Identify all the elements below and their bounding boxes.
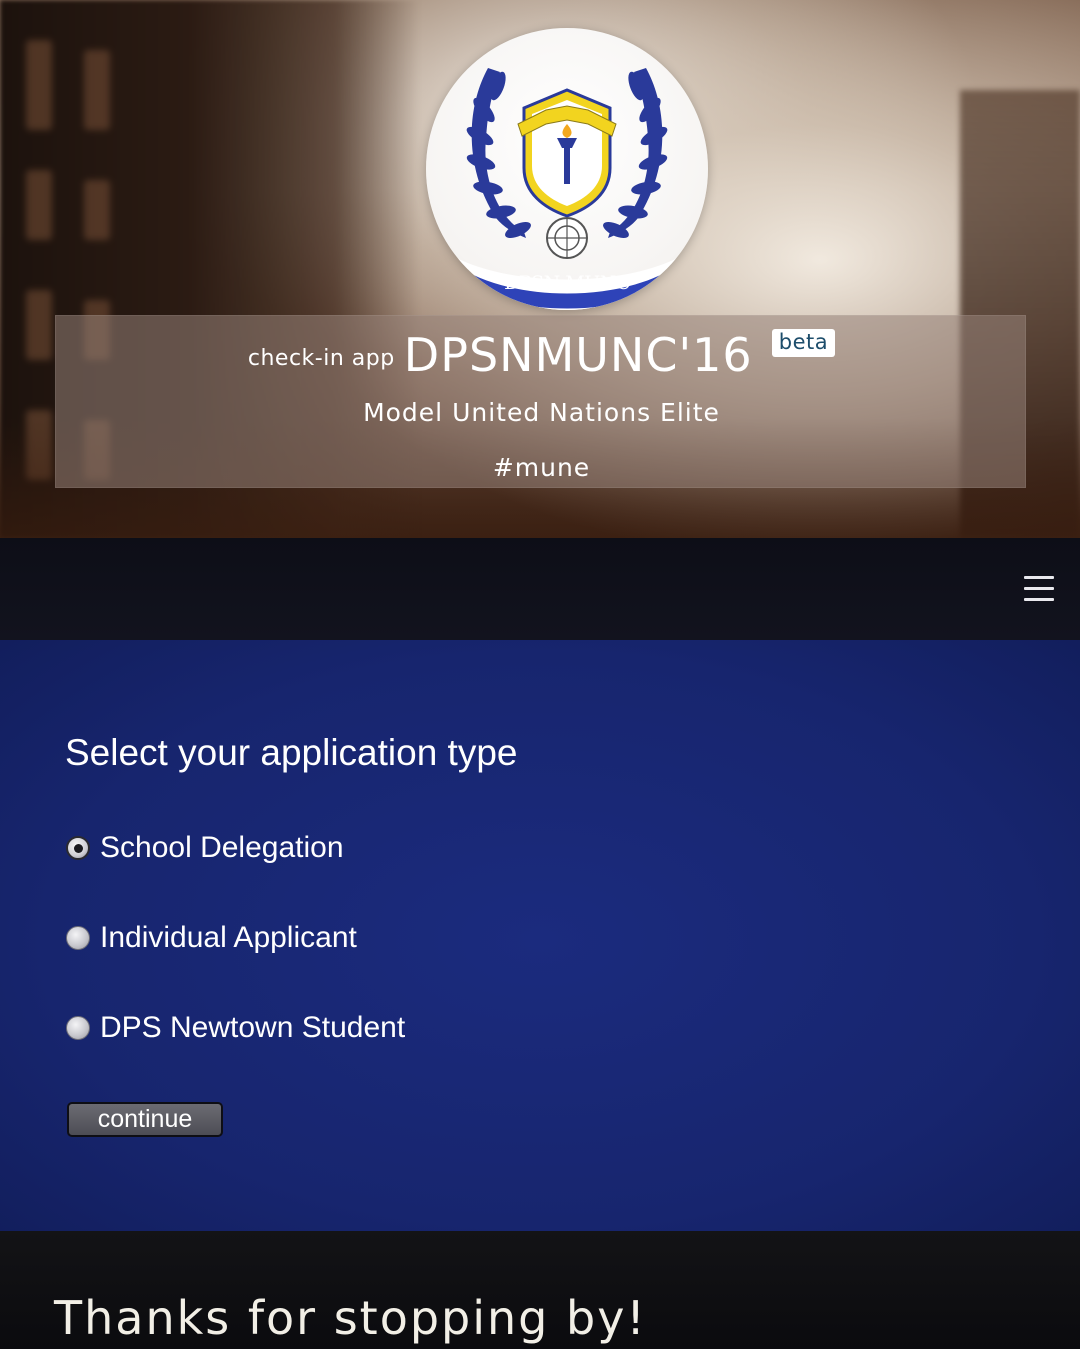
option-label: DPS Newtown Student xyxy=(100,1011,406,1044)
title-panel: check-in app DPSNMUNC'16 beta Model Unit… xyxy=(55,315,1026,488)
footer: Thanks for stopping by! xyxy=(0,1231,1080,1349)
radio-individual-applicant[interactable] xyxy=(66,926,90,950)
footer-message: Thanks for stopping by! xyxy=(54,1291,647,1345)
option-label: School Delegation xyxy=(100,831,344,864)
radio-school-delegation[interactable] xyxy=(66,836,90,860)
option-dps-newtown-student[interactable]: DPS Newtown Student xyxy=(66,1008,405,1048)
logo-caption: DPSN MUNC xyxy=(504,272,630,294)
form-heading: Select your application type xyxy=(65,732,518,773)
laurel-shield-emblem-icon xyxy=(426,68,708,310)
option-school-delegation[interactable]: School Delegation xyxy=(66,828,344,868)
navbar xyxy=(0,538,1080,640)
option-label: Individual Applicant xyxy=(100,921,357,954)
hamburger-menu-icon[interactable] xyxy=(1022,576,1056,604)
title-prefix: check-in app xyxy=(247,346,395,371)
option-individual-applicant[interactable]: Individual Applicant xyxy=(66,918,357,958)
beta-badge: beta xyxy=(771,329,836,357)
subtitle: Model United Nations Elite xyxy=(363,398,720,427)
hero-banner: DPSN MUNC check-in app DPSNMUNC'16 beta … xyxy=(0,0,1080,538)
application-type-form: Select your application type School Dele… xyxy=(0,640,1080,1231)
title-main: DPSNMUNC'16 xyxy=(403,328,753,382)
app-title: check-in app DPSNMUNC'16 beta xyxy=(56,328,1027,382)
continue-button[interactable]: continue xyxy=(67,1102,223,1137)
radio-dps-newtown-student[interactable] xyxy=(66,1016,90,1040)
hashtag[interactable]: #mune xyxy=(56,453,1027,482)
dpsn-munc-logo: DPSN MUNC xyxy=(426,28,708,310)
